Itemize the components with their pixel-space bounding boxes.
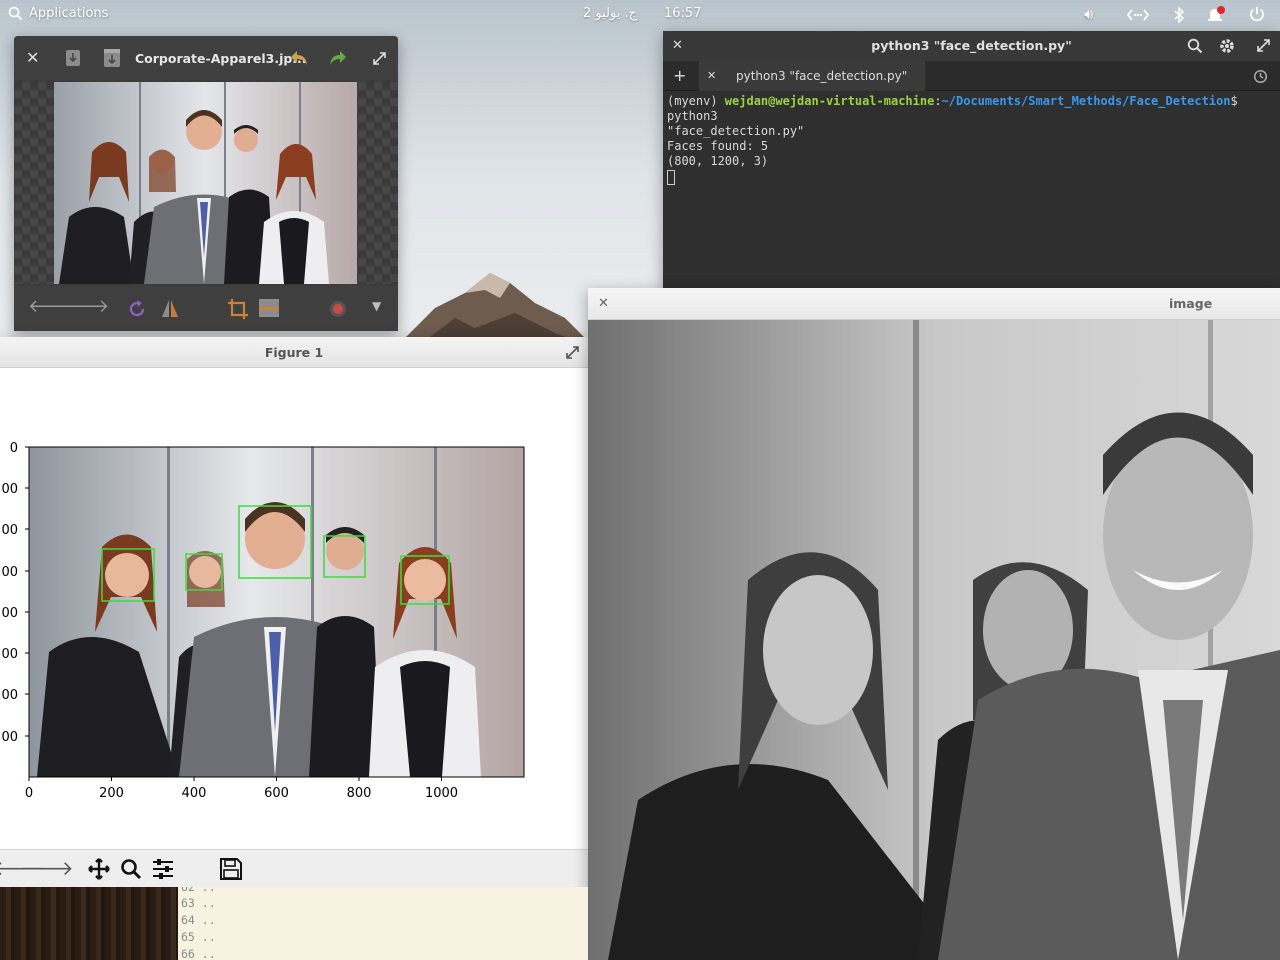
terminal-headerbar: ✕ python3 "face_detection.py" xyxy=(663,31,1280,61)
search-icon[interactable] xyxy=(1187,38,1203,54)
y-tick-label: 00 xyxy=(1,730,18,745)
x-tick-label: 0 xyxy=(25,786,33,801)
viewer-canvas xyxy=(14,82,398,284)
chevron-down-icon[interactable]: ▼ xyxy=(372,299,381,313)
image-window[interactable]: ✕ image xyxy=(588,288,1280,960)
x-tick-label: 600 xyxy=(264,786,289,801)
viewer-headerbar: ✕ Corporate-Apparel3.jp... xyxy=(14,36,398,80)
record-icon[interactable] xyxy=(328,299,348,319)
figure-title: Figure 1 xyxy=(264,345,324,360)
editor-line: 65 .. xyxy=(181,930,216,944)
close-icon[interactable]: ✕ xyxy=(598,296,609,311)
crop-icon[interactable] xyxy=(227,298,249,320)
y-tick-label: 00 xyxy=(1,482,18,497)
undo-icon[interactable] xyxy=(289,49,309,67)
editor-code-area[interactable]: 62 .. 63 .. 64 .. 65 .. 66 .. xyxy=(178,887,588,960)
panel-date[interactable]: ج. يوليو 2 xyxy=(583,6,637,21)
figure-headerbar: Figure 1 xyxy=(0,337,588,368)
fullscreen-icon[interactable] xyxy=(373,52,386,65)
x-tick-marks xyxy=(28,777,442,781)
editor-line: 66 .. xyxy=(181,947,216,960)
new-tab-icon[interactable]: + xyxy=(673,66,686,85)
power-icon[interactable] xyxy=(1249,6,1265,22)
y-tick-label: 0 xyxy=(10,441,18,456)
prompt-user: wejdan@wejdan-virtual-machine xyxy=(724,94,935,108)
zoom-icon[interactable] xyxy=(120,858,142,880)
image-window-headerbar: ✕ image xyxy=(588,288,1280,320)
download-icon[interactable] xyxy=(65,49,81,67)
gear-icon[interactable] xyxy=(1218,37,1236,55)
save-icon[interactable] xyxy=(103,48,121,68)
bluetooth-icon[interactable] xyxy=(1173,7,1185,23)
close-tab-icon[interactable]: ✕ xyxy=(707,69,716,82)
x-tick-label: 400 xyxy=(182,786,207,801)
panel-clock[interactable]: 16:57 xyxy=(664,6,701,21)
terminal-tabbar: + ✕ python3 "face_detection.py" xyxy=(663,61,1280,91)
y-tick-label: 00 xyxy=(1,606,18,621)
network-icon[interactable] xyxy=(1127,8,1149,22)
prompt-sep: : xyxy=(934,94,942,108)
y-tick-label: 00 xyxy=(1,688,18,703)
y-tick-label: 00 xyxy=(1,647,18,662)
image-viewer-window[interactable]: ✕ Corporate-Apparel3.jp... 🡐 🡒 ▼ xyxy=(14,36,398,331)
x-tick-label: 800 xyxy=(347,786,372,801)
viewer-toolbar: 🡐 🡒 ▼ xyxy=(14,286,398,331)
forward-icon[interactable]: 🡒 xyxy=(20,856,74,880)
figure-toolbar: 🡐 🡒 xyxy=(0,849,588,887)
applications-menu[interactable]: Applications xyxy=(8,6,108,21)
volume-icon[interactable]: 🔊︎ xyxy=(1084,5,1093,23)
applications-label: Applications xyxy=(29,6,109,21)
configure-subplots-icon[interactable] xyxy=(152,858,174,880)
figure-window[interactable]: Figure 1 0 200 400 600 800 1000 0 00 00 … xyxy=(0,337,588,887)
output-shape: (800, 1200, 3) xyxy=(667,154,769,168)
figure-plot: 0 200 400 600 800 1000 0 00 00 00 00 00 … xyxy=(1,441,525,801)
close-icon[interactable]: ✕ xyxy=(26,48,39,67)
flip-icon[interactable] xyxy=(160,298,180,320)
grayscale-image xyxy=(588,320,1280,960)
team-photo-thumbnail xyxy=(54,82,357,284)
rotate-icon[interactable] xyxy=(127,299,147,319)
straighten-icon[interactable] xyxy=(258,298,280,318)
terminal-tab[interactable]: ✕ python3 "face_detection.py" xyxy=(699,61,925,91)
notifications-icon[interactable] xyxy=(1206,6,1226,24)
y-tick-marks xyxy=(25,446,29,737)
x-tick-label: 200 xyxy=(99,786,124,801)
editor-line: 62 .. xyxy=(181,887,216,894)
search-icon xyxy=(8,6,23,21)
fullscreen-icon[interactable] xyxy=(1257,39,1270,52)
save-icon[interactable] xyxy=(220,858,242,880)
editor-line: 64 .. xyxy=(181,913,216,927)
wallpaper-mountain xyxy=(395,273,595,348)
y-tick-label: 00 xyxy=(1,523,18,538)
image-window-title: image xyxy=(1169,296,1213,311)
output-faces-found: Faces found: 5 xyxy=(667,139,769,153)
fullscreen-icon[interactable] xyxy=(566,346,579,359)
redo-icon[interactable] xyxy=(328,49,348,67)
top-panel: Applications ج. يوليو 2 16:57 🔊︎ xyxy=(0,0,1280,29)
terminal-output[interactable]: (myenv) wejdan@wejdan-virtual-machine:~/… xyxy=(667,94,1277,185)
editor-line: 63 .. xyxy=(181,896,216,910)
pan-icon[interactable] xyxy=(88,858,110,880)
tab-label: python3 "face_detection.py" xyxy=(736,69,908,83)
prompt-env: (myenv) xyxy=(667,94,725,108)
terminal-cursor xyxy=(667,170,675,185)
wallpaper-wood xyxy=(0,887,178,960)
next-icon[interactable]: 🡒 xyxy=(61,296,109,317)
text-editor-fragment: 62 .. 63 .. 64 .. 65 .. 66 .. xyxy=(0,887,588,960)
prompt-command-continued: "face_detection.py" xyxy=(667,124,805,138)
viewer-filename: Corporate-Apparel3.jp... xyxy=(135,51,307,66)
x-tick-label: 1000 xyxy=(425,786,458,801)
prompt-path: ~/Documents/Smart_Methods/Face_Detection xyxy=(941,94,1231,108)
y-tick-label: 00 xyxy=(1,565,18,580)
terminal-window[interactable]: ✕ python3 "face_detection.py" + ✕ python… xyxy=(663,31,1280,291)
history-icon[interactable] xyxy=(1253,69,1268,84)
figure-image xyxy=(29,447,524,777)
